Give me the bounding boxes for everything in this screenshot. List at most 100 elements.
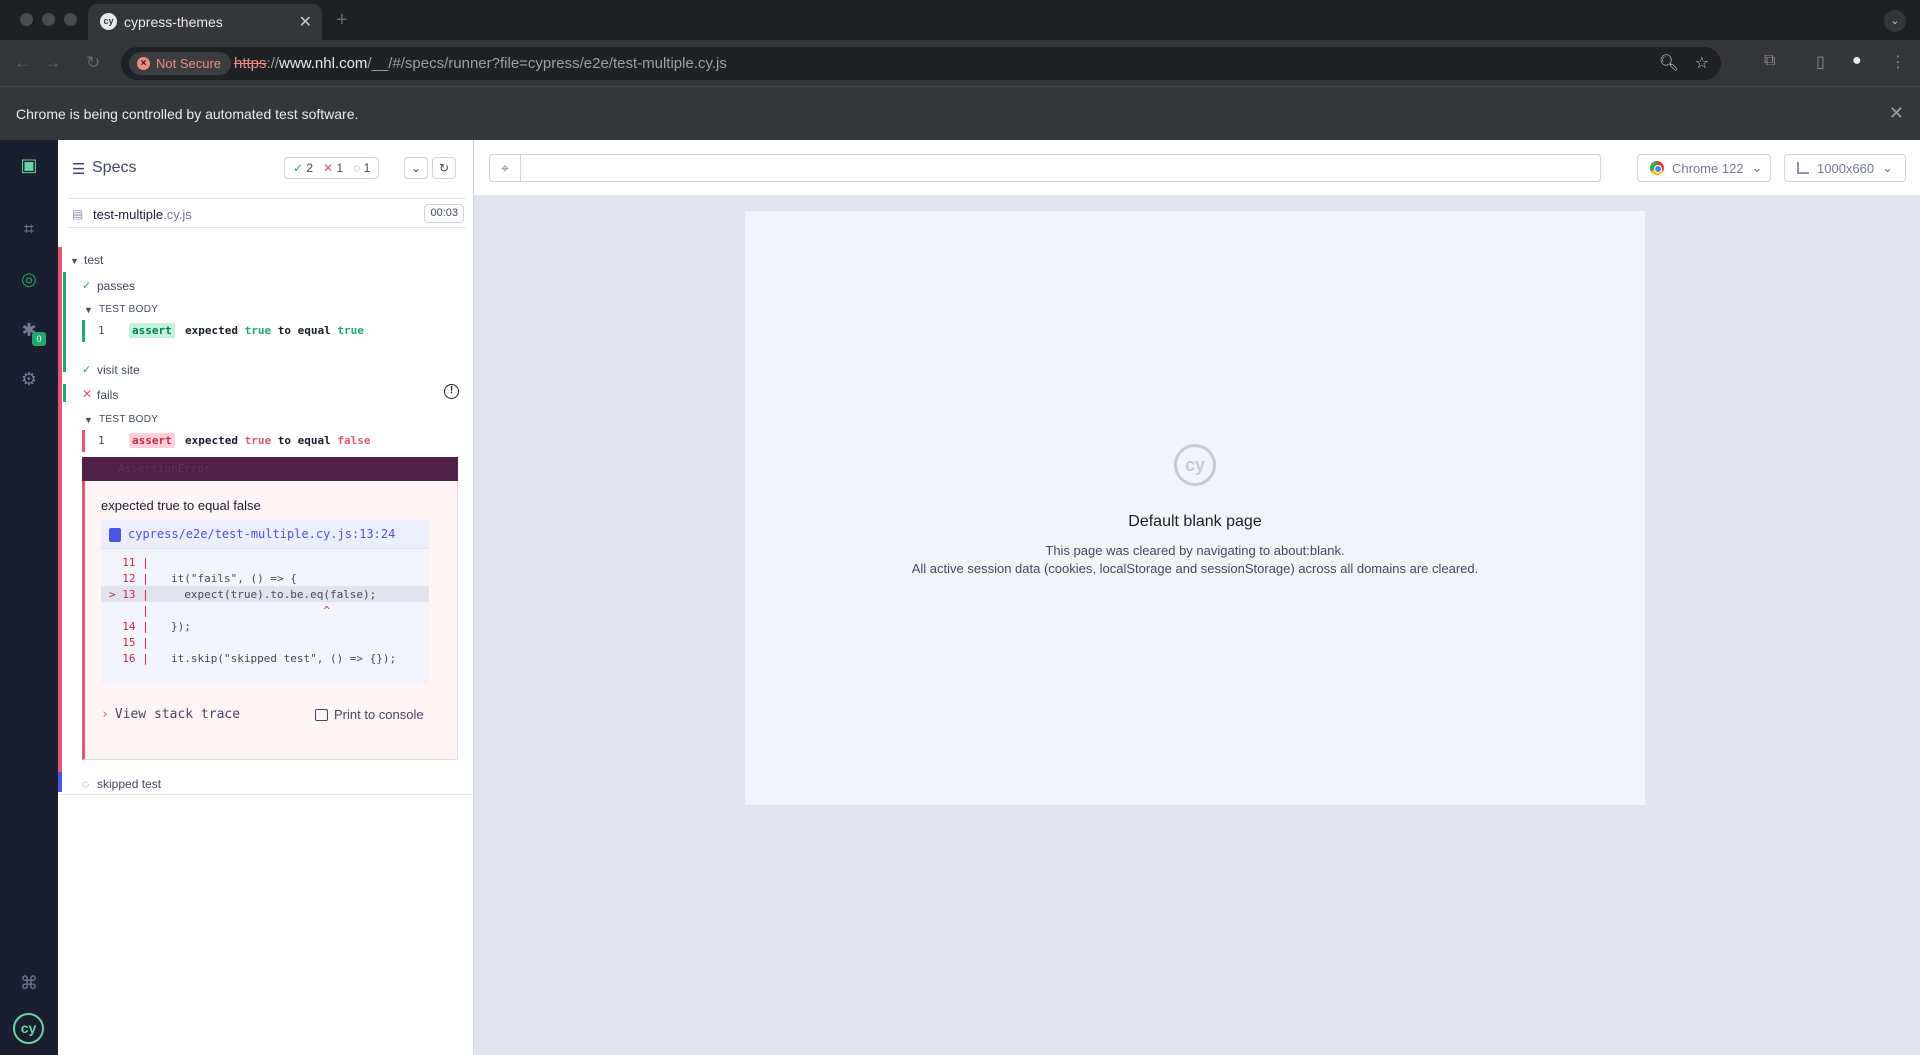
profile-icon[interactable]: ● [1852,52,1862,70]
settings-nav-icon[interactable]: ⚙ [18,368,40,390]
expand-collapse-chevron-icon[interactable]: ⌄ [404,157,428,179]
reload-icon[interactable]: ↻ [86,53,100,73]
cypress-logo-icon[interactable]: cy [13,1013,44,1044]
cypress-favicon-icon: cy [100,13,117,30]
command-message: expected true to equal true [185,324,364,337]
viewport-icon [1797,162,1809,174]
test-body-chevron-icon[interactable]: ▼ [84,305,93,315]
error-panel: expected true to equal false cypress/e2e… [82,481,458,760]
close-window-button[interactable] [20,13,33,26]
pending-icon: ◌ [353,161,361,175]
url-text[interactable]: https://www.nhl.com/__/#/specs/runner?fi… [234,55,727,72]
url-scheme: https [234,55,267,72]
back-icon[interactable]: ← [14,53,31,73]
code-line-number: | [109,604,149,617]
command-row-assert-failed[interactable]: 1 assert expected true to equal false [82,430,458,452]
bookmark-star-icon[interactable]: ☆ [1695,53,1709,73]
rerun-icon[interactable]: ↻ [432,157,456,179]
chevron-right-icon: › [101,707,109,722]
forward-icon[interactable]: → [44,53,61,73]
browser-label: Chrome 122 [1672,160,1744,176]
failed-count: 1 [336,161,344,175]
infobar-close-icon[interactable]: ✕ [1889,103,1904,124]
specs-toggle[interactable]: Specs [92,159,136,177]
blank-page-line-1: This page was cleared by navigating to a… [1045,543,1345,558]
test-body-chevron-icon[interactable]: ▼ [84,415,93,425]
aut-url-field[interactable] [521,154,1601,182]
tab-search-chevron-icon[interactable]: ⌄ [1884,10,1906,32]
security-chip[interactable]: × Not Secure [129,52,232,75]
file-icon: ▤ [72,207,84,221]
test-passes[interactable]: passes [97,279,135,293]
code-line-number: 11 | [109,556,149,569]
new-tab-icon[interactable]: + [336,9,348,32]
runs-nav-icon[interactable]: ◎ [18,268,40,290]
suite-title[interactable]: test [84,253,103,267]
test-fails[interactable]: fails [97,388,118,402]
command-expected: false [337,434,371,447]
side-panel-icon[interactable]: ▯ [1816,52,1825,72]
specs-list-icon[interactable]: ☰ [72,160,85,178]
viewport-selector[interactable]: 1000x660 ⌄ [1784,154,1906,182]
command-number: 1 [98,434,105,447]
tab-close-icon[interactable]: ✕ [299,12,312,32]
suite-chevron-icon[interactable]: ▼ [70,256,79,266]
spec-file-name[interactable]: test-multiple.cy.js [93,207,192,222]
divider [58,794,474,795]
chevron-down-icon: ⌄ [1751,160,1763,175]
test-body-label: TEST BODY [99,414,159,425]
command-row-assert[interactable]: 1 assert expected true to equal true [82,320,458,342]
keyboard-shortcuts-icon[interactable]: ⌘ [18,972,40,994]
blank-page-title: Default blank page [1128,513,1262,530]
print-to-console-label: Print to console [334,707,424,722]
passed-icon: ✓ [293,161,304,175]
maximize-window-button[interactable] [64,13,77,26]
code-line-number: > 13 | [109,588,149,601]
reporter-panel: ☰ Specs ✓ 2 ✕ 1 ◌ 1 ⌄ ↻ ▤ test-multiple.… [58,140,474,1055]
command-actual: true [244,324,272,337]
menu-icon[interactable]: ⋮ [1890,52,1906,72]
command-message: expected true to equal false [185,434,370,447]
command-message-part: expected [185,324,245,337]
url-host: www.nhl.com [279,55,368,72]
passed-check-icon: ✓ [82,364,92,376]
infobar-text: Chrome is being controlled by automated … [16,106,359,122]
preview-header: ⌖ Chrome 122 ⌄ 1000x660 ⌄ [474,140,1920,196]
error-header-bar: AssertionError [82,457,458,481]
error-message: expected true to equal false [101,498,261,513]
view-stack-trace-toggle[interactable]: › View stack trace [101,707,240,722]
code-line-highlighted: > 13 | expect(true).to.be.eq(false); [101,586,429,602]
zoom-icon[interactable]: 🔍︎ [1659,53,1679,73]
code-line: 15 | [101,634,429,650]
command-expected: true [337,324,364,337]
code-line-number: 14 | [109,620,149,633]
browser-tab[interactable]: cy cypress-themes ✕ [88,4,322,40]
code-line: | ^ [101,602,429,618]
failed-icon: ✕ [323,161,334,175]
browser-selector[interactable]: Chrome 122 ⌄ [1637,154,1771,182]
minimize-window-button[interactable] [42,13,55,26]
code-line-source: expect(true).to.be.eq(false); [171,588,377,601]
test-stats: ✓ 2 ✕ 1 ◌ 1 [284,157,380,179]
code-line-number: 12 | [109,572,149,585]
error-info-icon[interactable]: ! [444,384,459,399]
code-frame-file-link[interactable]: cypress/e2e/test-multiple.cy.js:13:24 [128,527,395,541]
chevron-down-icon: ⌄ [1882,160,1894,175]
terminal-icon [315,708,328,721]
test-visit-site[interactable]: visit site [97,363,140,377]
test-skipped[interactable]: skipped test [97,777,161,791]
specs-nav-icon[interactable]: ⌗ [18,218,40,240]
selector-playground-crosshair-icon[interactable]: ⌖ [489,154,521,182]
test-pending-indicator [58,772,62,792]
address-bar[interactable]: × Not Secure https://www.nhl.com/__/#/sp… [121,47,1721,80]
test-body-label: TEST BODY [99,304,159,315]
cypress-logo-icon: cy [1174,444,1216,486]
pending-icon: ◌ [82,777,90,791]
code-line-source: ^ [171,604,330,617]
extensions-icon[interactable]: ⧉ [1764,52,1775,70]
suite-failed-indicator [58,247,62,787]
test-passed-indicator [63,384,66,402]
print-to-console-button[interactable]: Print to console [315,707,424,722]
project-icon[interactable]: ▣ [18,154,40,176]
debug-badge: 0 [32,332,46,346]
